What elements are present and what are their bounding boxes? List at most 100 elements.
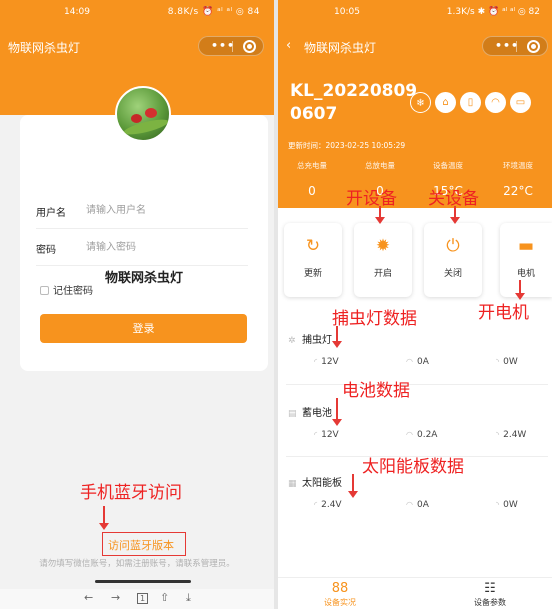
battery-section: ▤ 蓄电池 ◜ 12V ◠ 0.2A ◝ 2.4W [288, 404, 550, 440]
annotation-arrow [332, 326, 342, 348]
section-title: 太阳能板 [302, 478, 342, 489]
close-button[interactable]: ⏻ 关闭 [424, 223, 482, 297]
status-indicators: 8.8K/s ⏰ ᵃˡ ᵃˡ ◎ 84 [167, 7, 260, 17]
voltage-icon: ◜ [314, 430, 318, 439]
password-label: 密码 [36, 245, 56, 256]
back-arrow-icon[interactable]: ← [84, 591, 93, 604]
nav-title: 物联网杀虫灯 [304, 41, 377, 55]
lamp-section: ✲ 捕虫灯 ◜ 12V ◠ 0A ◝ 0W [288, 331, 550, 367]
annotation-arrow [348, 474, 358, 498]
stat-value: 0 [308, 184, 316, 198]
password-input[interactable] [86, 237, 242, 257]
control-buttons: ↻ 更新 ✹ 开启 ⏻ 关闭 ▬ 电机 [284, 223, 552, 297]
power-metric: ◝ 0W [496, 357, 518, 367]
current-value: 0A [416, 500, 429, 510]
annotation-phone-bluetooth: 手机蓝牙访问 [80, 483, 182, 503]
back-icon[interactable]: ‹ [286, 38, 291, 53]
stat-label: 总放电量 [365, 161, 395, 170]
voltage-metric: ◜ 12V [314, 357, 339, 367]
nav-title: 物联网杀虫灯 [8, 41, 81, 55]
login-button[interactable]: 登录 [40, 314, 247, 343]
username-field: 用户名 [36, 195, 248, 229]
stat-value: 22°C [503, 184, 533, 198]
annotation-open-device: 开设备 [346, 189, 397, 209]
tab-device-params[interactable]: ☷ 设备参数 [450, 582, 530, 608]
annotation-arrow [515, 280, 525, 300]
house-icon[interactable]: ⌂ [435, 92, 456, 113]
voltage-metric: ◜ 12V [314, 430, 339, 440]
voltage-icon: ◜ [314, 357, 318, 366]
bottom-tab-bar: 88 设备实况 ☷ 设备参数 [278, 577, 552, 609]
annotation-arrow [450, 206, 460, 224]
remember-checkbox[interactable] [40, 286, 49, 295]
current-metric: ◠ 0A [406, 500, 429, 510]
screenshot-root: 14:09 8.8K/s ⏰ ᵃˡ ᵃˡ ◎ 84 物联网杀虫灯 ••• 物联网… [0, 0, 552, 609]
share-icon[interactable]: ⇧ [160, 591, 169, 604]
registration-hint: 请勿填写微信账号，如需注册账号，请联系管理员。 [39, 559, 235, 569]
annotation-solar-data: 太阳能板数据 [362, 457, 464, 477]
home-indicator [95, 580, 191, 583]
username-input[interactable] [86, 200, 242, 220]
forward-arrow-icon[interactable]: → [111, 591, 120, 604]
browser-toolbar: ← → 1 ⇧ ⤓ [0, 589, 274, 609]
motor-icon: ▬ [517, 236, 535, 256]
annotation-lamp-data: 捕虫灯数据 [332, 309, 417, 329]
open-button[interactable]: ✹ 开启 [354, 223, 412, 297]
close-miniprogram-icon[interactable] [243, 40, 256, 53]
section-divider [286, 384, 548, 385]
tabs-icon[interactable]: 1 [137, 593, 149, 604]
screen-icon[interactable]: ▭ [510, 92, 531, 113]
username-label: 用户名 [36, 208, 66, 219]
status-bar: 14:09 8.8K/s ⏰ ᵃˡ ᵃˡ ◎ 84 [0, 0, 274, 24]
voltage-value: 2.4V [321, 500, 342, 510]
voltage-value: 12V [321, 430, 339, 440]
status-time: 14:09 [64, 7, 90, 17]
tab-device-live[interactable]: 88 设备实况 [300, 582, 380, 608]
logo-ladybug [131, 114, 142, 123]
tab-label: 设备参数 [474, 598, 506, 607]
bluetooth-version-link[interactable]: 访问蓝牙版本 [108, 537, 174, 553]
current-value: 0A [416, 357, 429, 367]
stat-ambient-temp: 环境温度 22°C [484, 160, 552, 198]
current-metric: ◠ 0.2A [406, 430, 437, 440]
capsule-divider [516, 41, 517, 52]
device-id: KL_20220809 0607 [290, 81, 418, 124]
miniprogram-capsule[interactable]: ••• [198, 36, 264, 56]
remember-password[interactable]: 记住密码 [40, 282, 93, 297]
power-metric: ◝ 0W [496, 500, 518, 510]
close-miniprogram-icon[interactable] [527, 40, 540, 53]
annotation-motor-on: 开电机 [478, 303, 529, 323]
motor-label: 电机 [516, 269, 535, 279]
annotation-arrow [99, 506, 109, 530]
power-icon: ◝ [496, 500, 500, 509]
power-icon: ◝ [496, 357, 500, 366]
open-label: 开启 [373, 269, 392, 279]
stat-label: 环境温度 [503, 161, 533, 170]
app-logo-avatar [115, 86, 171, 142]
download-icon[interactable]: ⤓ [186, 591, 191, 605]
voltage-metric: ◜ 2.4V [314, 500, 342, 510]
device-screen: 10:05 1.3K/s ✱ ⏰ ᵃˡ ᵃˡ ◎ 82 ‹ 物联网杀虫灯 •••… [278, 0, 552, 609]
phone-icon[interactable]: ▯ [460, 92, 481, 113]
status-time: 10:05 [334, 7, 360, 17]
stat-label: 设备温度 [433, 161, 463, 170]
close-label: 关闭 [443, 269, 462, 279]
settings-list-icon: ☷ [484, 581, 496, 596]
light-on-icon: ✹ [375, 236, 391, 256]
snowflake-icon[interactable]: ❄ [410, 92, 431, 113]
section-title: 蓄电池 [302, 408, 332, 419]
power-icon: ⏻ [446, 236, 460, 256]
annotation-battery-data: 电池数据 [342, 381, 410, 401]
wifi-icon[interactable]: ◠ [485, 92, 506, 113]
miniprogram-capsule[interactable]: ••• [482, 36, 548, 56]
capsule-divider [232, 41, 233, 52]
current-icon: ◠ [406, 430, 413, 439]
bug-icon: ✲ [288, 336, 296, 346]
tab-label: 设备实况 [324, 598, 356, 607]
nav-bar: 物联网杀虫灯 ••• [0, 32, 274, 60]
current-icon: ◠ [406, 500, 413, 509]
power-value: 2.4W [503, 430, 527, 440]
annotation-arrow [332, 398, 342, 426]
refresh-button[interactable]: ↻ 更新 [284, 223, 342, 297]
motor-button[interactable]: ▬ 电机 [500, 223, 552, 297]
